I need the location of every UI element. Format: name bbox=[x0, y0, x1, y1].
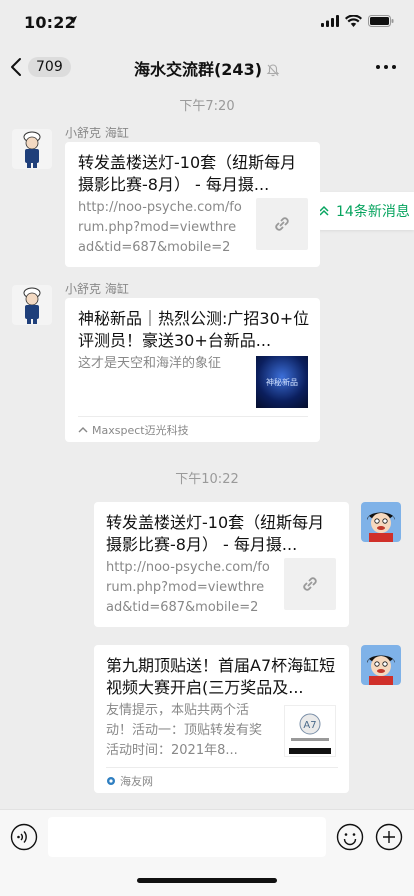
card-title: 神秘新品｜热烈公测:广招30+位评测员！豪送30+台新品... bbox=[78, 309, 310, 350]
maxspect-logo-icon bbox=[78, 427, 88, 433]
emoji-icon[interactable] bbox=[336, 823, 364, 851]
new-messages-label: 14条新消息 bbox=[336, 204, 410, 220]
link-icon bbox=[275, 217, 289, 231]
plus-icon[interactable] bbox=[375, 823, 403, 851]
avatar[interactable] bbox=[12, 285, 52, 325]
competition-poster-icon: A7 bbox=[289, 713, 331, 754]
article-source: 海友网 bbox=[106, 773, 153, 789]
link-card[interactable]: 转发盖楼送灯-10套（纽斯每月摄影比赛-8月） - 每月摄... http://… bbox=[94, 502, 349, 627]
divider bbox=[78, 416, 308, 417]
article-source: Maxspect迈光科技 bbox=[78, 422, 189, 438]
link-thumbnail bbox=[284, 558, 336, 610]
sender-name: 小舒克 海缸 bbox=[65, 282, 129, 296]
avatar[interactable] bbox=[361, 645, 401, 685]
thumbnail-caption: 神秘新品 bbox=[266, 377, 298, 387]
card-desc: 友情提示，本贴共两个活动！活动一：顶贴转发有奖活动时间：2021年8... bbox=[106, 703, 263, 758]
card-url: http://noo-psyche.com/forum.php?mod=view… bbox=[106, 560, 270, 615]
chat-header: 709 海水交流群(243) bbox=[0, 47, 414, 87]
home-indicator bbox=[137, 878, 277, 883]
card-title: 转发盖楼送灯-10套（纽斯每月摄影比赛-8月） - 每月摄... bbox=[106, 513, 325, 554]
article-card[interactable]: 第九期顶贴送！首届A7杯海缸短视频大赛开启(三万奖品及... 友情提示，本贴共两… bbox=[94, 645, 349, 793]
article-card[interactable]: 神秘新品｜热烈公测:广招30+位评测员！豪送30+台新品... 这才是天空和海洋… bbox=[65, 298, 320, 442]
link-thumbnail bbox=[256, 198, 308, 250]
sender-name: 小舒克 海缸 bbox=[65, 126, 129, 140]
source-name: 海友网 bbox=[120, 775, 153, 788]
svg-text:A7: A7 bbox=[303, 720, 316, 731]
message-input[interactable] bbox=[48, 817, 326, 857]
cartoon-boy-avatar-icon bbox=[361, 502, 401, 542]
card-desc: 这才是天空和海洋的象征 bbox=[78, 356, 222, 371]
status-bar: 10:22 bbox=[0, 0, 414, 47]
avatar[interactable] bbox=[12, 129, 52, 169]
sailor-avatar-icon bbox=[12, 129, 52, 169]
card-title: 转发盖楼送灯-10套（纽斯每月摄影比赛-8月） - 每月摄... bbox=[78, 153, 297, 194]
divider bbox=[106, 767, 338, 768]
chat-title: 海水交流群(243) bbox=[0, 56, 414, 80]
battery-icon bbox=[368, 15, 394, 27]
status-indicators bbox=[321, 15, 394, 27]
more-options-icon[interactable] bbox=[374, 57, 398, 77]
cellular-signal-icon bbox=[321, 15, 339, 27]
timestamp: 下午10:22 bbox=[175, 472, 239, 487]
avatar[interactable] bbox=[361, 502, 401, 542]
chat-messages[interactable]: 下午7:20 14条新消息 小舒克 海缸 转发盖楼送灯-10套（纽斯每月摄影比赛… bbox=[0, 87, 414, 809]
wifi-icon bbox=[345, 15, 362, 27]
card-url: http://noo-psyche.com/forum.php?mod=view… bbox=[78, 200, 242, 255]
cartoon-boy-avatar-icon bbox=[361, 645, 401, 685]
sailor-avatar-icon bbox=[12, 285, 52, 325]
chat-title-text: 海水交流群(243) bbox=[133, 60, 263, 79]
voice-input-icon[interactable] bbox=[10, 823, 38, 851]
card-title: 第九期顶贴送！首届A7杯海缸短视频大赛开启(三万奖品及... bbox=[106, 656, 336, 697]
mute-bell-icon bbox=[266, 64, 280, 77]
hyw-logo-icon bbox=[107, 777, 115, 785]
article-thumbnail: 神秘新品 bbox=[256, 356, 308, 408]
source-name: Maxspect迈光科技 bbox=[92, 424, 189, 437]
article-thumbnail: A7 bbox=[284, 705, 336, 757]
link-card[interactable]: 转发盖楼送灯-10套（纽斯每月摄影比赛-8月） - 每月摄... http://… bbox=[65, 142, 320, 267]
location-arrow-icon bbox=[69, 16, 77, 24]
link-icon bbox=[303, 577, 317, 591]
timestamp: 下午7:20 bbox=[179, 99, 235, 114]
